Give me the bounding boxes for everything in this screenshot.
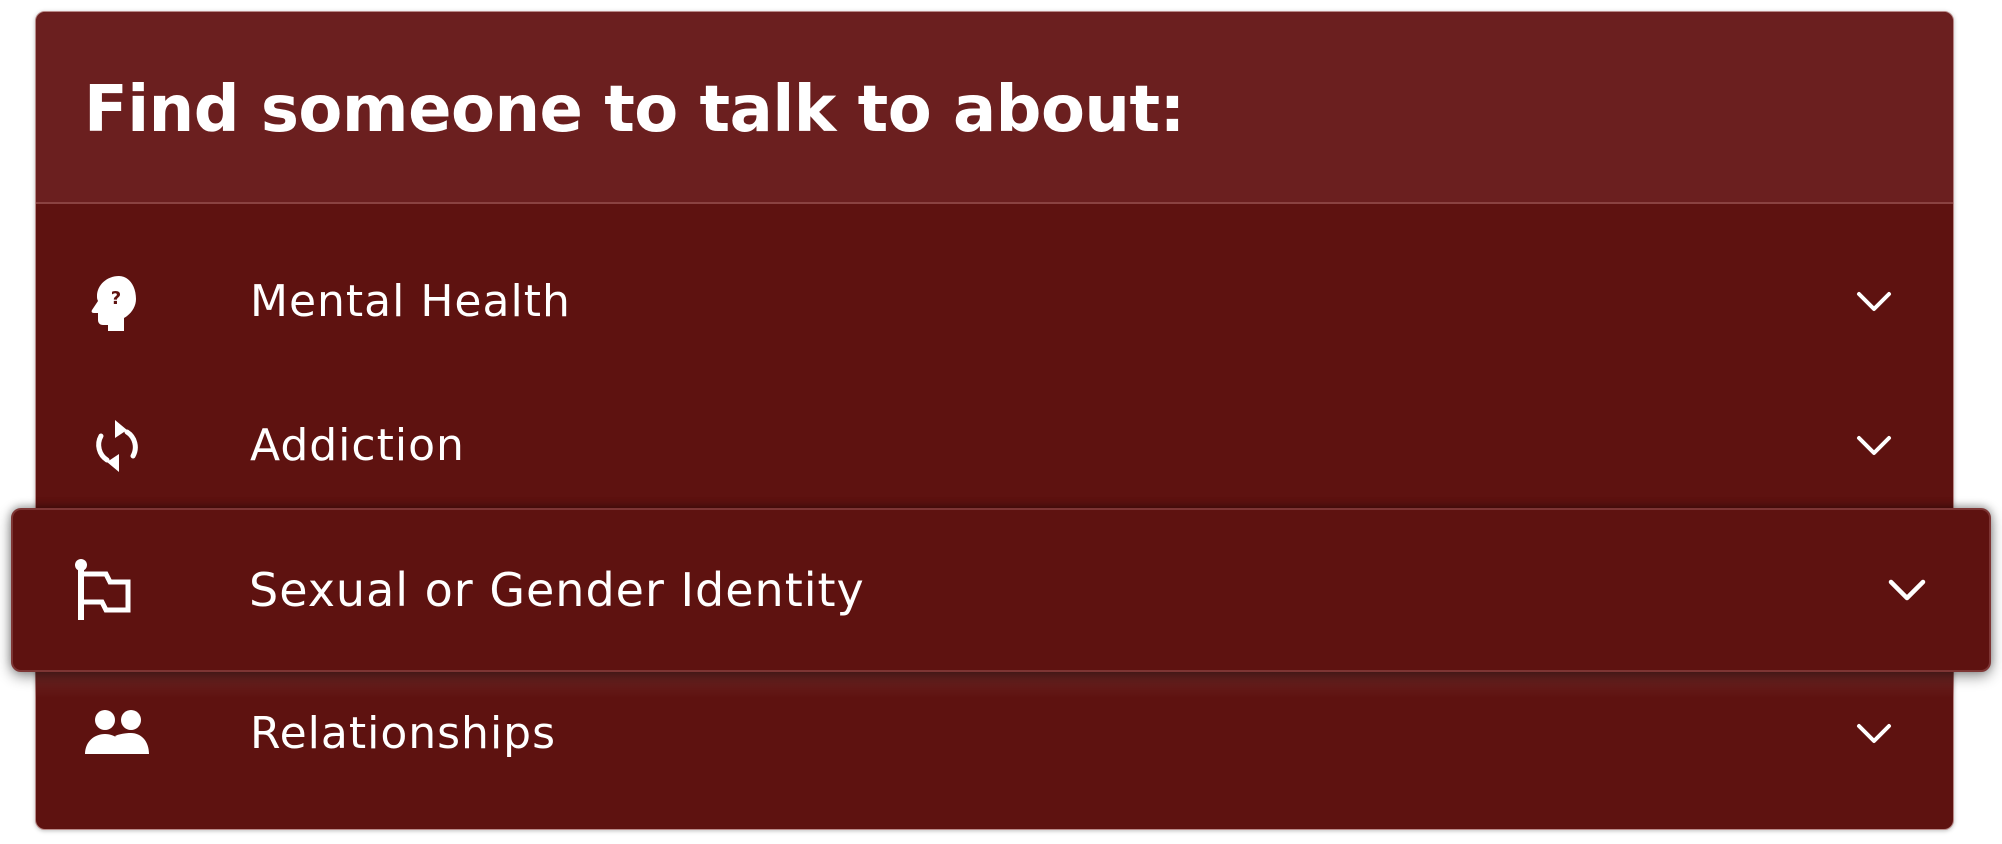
svg-text:?: ? xyxy=(111,288,121,309)
flag-icon xyxy=(73,558,137,622)
head-question-icon: ? xyxy=(85,270,149,334)
topic-label: Addiction xyxy=(250,420,465,471)
topic-row-mental-health[interactable]: ? Mental Health xyxy=(35,230,1954,374)
chevron-down-icon[interactable] xyxy=(1854,426,1894,466)
chevron-down-icon[interactable] xyxy=(1854,282,1894,322)
chevron-down-icon[interactable] xyxy=(1887,570,1927,610)
topic-label: Sexual or Gender Identity xyxy=(249,563,865,617)
topic-row-sexual-or-gender-identity[interactable]: Sexual or Gender Identity xyxy=(11,508,1991,672)
topic-label: Relationships xyxy=(250,708,557,759)
people-icon xyxy=(85,702,149,766)
panel-title: Find someone to talk to about: xyxy=(84,73,1185,147)
chevron-down-icon[interactable] xyxy=(1854,714,1894,754)
topic-label: Mental Health xyxy=(250,276,571,327)
row-shadow xyxy=(35,668,1954,698)
topic-row-addiction[interactable]: Addiction xyxy=(35,374,1954,518)
cycle-arrows-icon xyxy=(85,414,149,478)
panel-header: Find someone to talk to about: xyxy=(36,12,1953,204)
